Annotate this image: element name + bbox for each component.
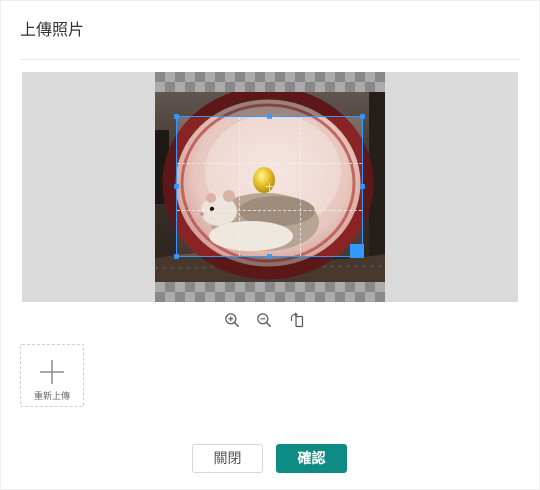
crop-handle-bottom[interactable] xyxy=(266,254,272,259)
plus-icon xyxy=(39,359,65,385)
close-button[interactable]: 關閉 xyxy=(192,444,263,473)
zoom-out-button[interactable] xyxy=(256,312,272,328)
header-divider xyxy=(20,59,520,60)
zoom-out-icon xyxy=(257,313,271,327)
crop-guide-line xyxy=(238,117,240,256)
crop-handle-right[interactable] xyxy=(360,183,365,189)
rotate-button[interactable] xyxy=(289,312,305,328)
crop-handle-left[interactable] xyxy=(174,183,179,189)
crop-handle-bottom-left[interactable] xyxy=(174,254,179,259)
dialog-title: 上傳照片 xyxy=(20,22,85,39)
crop-handle-top-left[interactable] xyxy=(174,114,179,119)
zoom-in-icon xyxy=(225,313,239,327)
zoom-in-button[interactable] xyxy=(224,312,240,328)
crop-center-crosshair xyxy=(265,182,274,191)
crop-guide-line xyxy=(177,163,362,165)
crop-handle-top[interactable] xyxy=(266,114,272,119)
crop-handle-top-right[interactable] xyxy=(360,114,365,119)
confirm-button[interactable]: 確認 xyxy=(276,444,347,473)
crop-guide-line xyxy=(300,117,302,256)
image-cropper[interactable] xyxy=(22,72,518,302)
reupload-label: 重新上傳 xyxy=(33,391,70,401)
crop-box[interactable] xyxy=(174,114,365,259)
crop-handle-bottom-right[interactable] xyxy=(350,244,364,258)
rotate-icon xyxy=(290,312,304,328)
reupload-button[interactable]: 重新上傳 xyxy=(20,344,84,407)
upload-photo-dialog: 上傳照片 重新上傳 關閉 確認 xyxy=(0,0,540,490)
crop-guide-line xyxy=(177,209,362,211)
